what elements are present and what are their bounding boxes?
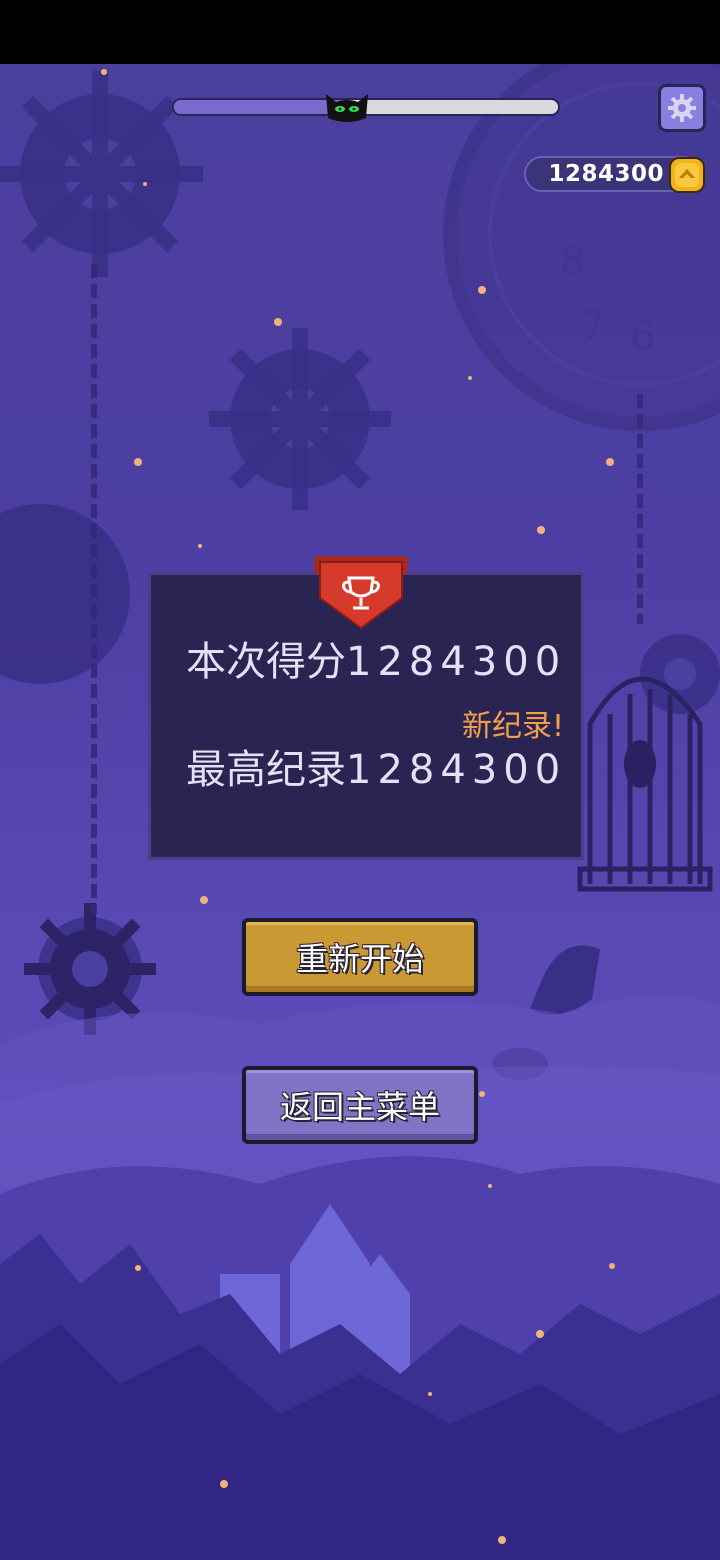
black-cat-icon	[325, 94, 368, 122]
best-score-row: 最高纪录1284300	[186, 740, 566, 800]
settings-button[interactable]	[658, 84, 706, 132]
svg-text:6: 6	[630, 313, 655, 359]
svg-text:8: 8	[560, 238, 585, 284]
gear-icon	[668, 94, 696, 122]
game-scene: 8 7 6 1284300 本次得分1284300 新纪录! 最高纪录12843…	[0, 64, 720, 1560]
current-score-row: 本次得分1284300	[186, 632, 566, 692]
current-score-label: 本次得分	[186, 639, 346, 685]
status-bar	[0, 0, 720, 64]
svg-text:7: 7	[580, 303, 605, 349]
best-score-label: 最高纪录	[186, 747, 346, 793]
main-menu-button[interactable]: 返回主菜单	[242, 1066, 478, 1144]
game-screen: 8 7 6 1284300 本次得分1284300 新纪录! 最高纪录12843…	[0, 0, 720, 1560]
current-score-value: 1284300	[346, 639, 567, 685]
restart-button[interactable]: 重新开始	[242, 918, 478, 996]
trophy-icon	[314, 556, 408, 630]
coin-count: 1284300	[548, 161, 664, 187]
best-score-value: 1284300	[346, 747, 567, 793]
coin-icon	[669, 157, 705, 193]
